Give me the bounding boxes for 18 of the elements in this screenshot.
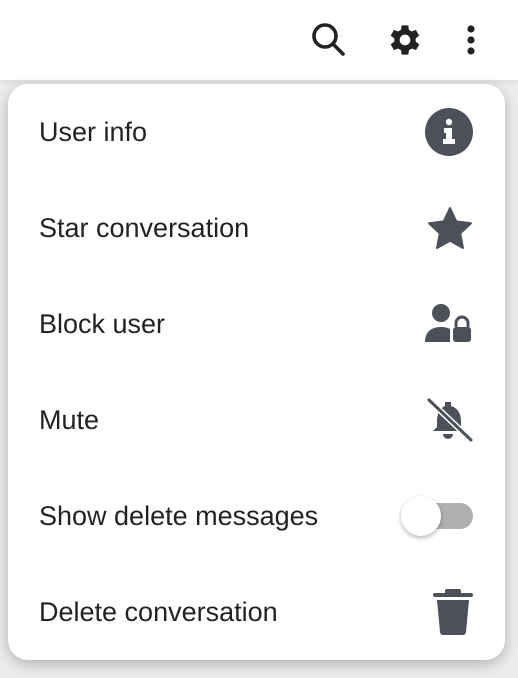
menu-item[interactable]: User info (8, 84, 505, 180)
info-icon (425, 108, 473, 156)
menu-item-label: Delete conversation (39, 596, 278, 628)
menu-item-label: Block user (39, 308, 166, 340)
menu-item-label: Star conversation (39, 212, 250, 244)
menu-item[interactable]: Star conversation (8, 180, 505, 276)
user-lock-icon (425, 304, 473, 344)
menu-item-label: Mute (39, 404, 100, 436)
menu-item[interactable]: Block user (8, 276, 505, 372)
bell-off-icon (425, 398, 473, 442)
toggle-switch[interactable] (401, 496, 473, 536)
menu-item-label: User info (39, 116, 148, 148)
trash-icon (433, 588, 473, 636)
menu-item-label: Show delete messages (39, 500, 318, 532)
menu-item[interactable]: Mute (8, 372, 505, 468)
star-icon (427, 206, 473, 250)
menu-item[interactable]: Show delete messages (8, 468, 505, 564)
menu-item[interactable]: Delete conversation (8, 564, 505, 660)
